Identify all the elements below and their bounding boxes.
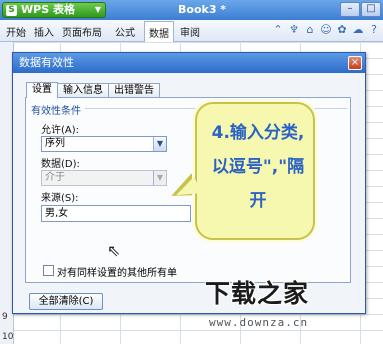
site-watermark: 下载之家 www.downza.cn	[205, 270, 383, 344]
menu-review[interactable]: 审阅	[180, 24, 200, 39]
dialog-title-bar: 数据有效性 ×	[13, 53, 365, 73]
wps-app-button[interactable]: S WPS 表格 ▼	[2, 2, 106, 18]
mouse-cursor-icon: ⇖	[107, 241, 121, 260]
menu-insert[interactable]: 插入	[34, 24, 54, 39]
source-label: 来源(S):	[41, 193, 79, 204]
allow-select[interactable]: 序列 ▼	[41, 136, 167, 152]
document-title: Book3 *	[178, 3, 227, 16]
data-label: 数据(D):	[41, 159, 80, 170]
data-select: 介于 ▼	[41, 170, 167, 186]
menu-formulas[interactable]: 公式	[115, 24, 135, 39]
title-bar: S WPS 表格 ▼ Book3 * – □	[0, 0, 383, 20]
dialog-title: 数据有效性	[19, 56, 74, 69]
gift-icon[interactable]: ✿	[335, 23, 349, 37]
chevron-down-icon: ▼	[94, 5, 101, 14]
window-controls: – □	[340, 2, 381, 17]
dialog-tabs: 设置 输入信息 出错警告	[26, 82, 160, 98]
instruction-callout: 4.输入分类,以逗号","隔开	[195, 102, 315, 240]
chevron-down-icon[interactable]: ▼	[153, 137, 166, 151]
shirt-icon[interactable]: ♆	[287, 23, 301, 37]
maximize-button[interactable]: □	[361, 2, 381, 17]
watermark-url: www.downza.cn	[209, 316, 309, 329]
ribbon-toolbar: ⌃ ♆ ⌂ ☺ ✿ ☁ ?	[271, 23, 381, 37]
cloud-icon[interactable]: ☁	[351, 23, 365, 37]
clear-all-button[interactable]: 全部清除(C)	[29, 293, 103, 310]
app-button-label: WPS 表格	[21, 3, 75, 16]
close-button[interactable]: ×	[348, 56, 362, 70]
tab-settings[interactable]: 设置	[26, 82, 58, 98]
menu-page-layout[interactable]: 页面布局	[62, 24, 102, 39]
row-number[interactable]: 9	[2, 312, 8, 322]
allow-label: 允许(A):	[41, 125, 80, 136]
user-icon[interactable]: ☺	[319, 23, 333, 37]
watermark-logo: 下载之家	[205, 279, 310, 308]
apply-all-checkbox[interactable]	[43, 265, 54, 276]
tab-error-alert[interactable]: 出错警告	[108, 83, 160, 98]
callout-text: 4.输入分类,以逗号","隔开	[211, 123, 305, 211]
section-title: 有效性条件	[31, 106, 81, 117]
home-icon[interactable]: ⌂	[303, 23, 317, 37]
allow-value: 序列	[45, 138, 65, 149]
source-input[interactable]: 男,女	[41, 205, 191, 222]
row-number[interactable]: 10	[2, 332, 13, 342]
help-icon[interactable]: ?	[367, 23, 381, 37]
menu-home[interactable]: 开始	[6, 24, 26, 39]
apply-all-label: 对有同样设置的其他所有单	[57, 268, 177, 279]
menu-data[interactable]: 数据	[144, 21, 174, 42]
arrow-up-icon[interactable]: ⌃	[271, 23, 285, 37]
wps-logo-icon: S	[6, 5, 17, 16]
chevron-down-icon: ▼	[153, 171, 166, 185]
data-value: 介于	[45, 172, 65, 183]
tab-input-message[interactable]: 输入信息	[57, 83, 109, 98]
minimize-button[interactable]: –	[340, 2, 360, 17]
menu-bar: 开始 插入 页面布局 公式 数据 审阅 ⌃ ♆ ⌂ ☺ ✿ ☁ ?	[0, 20, 383, 42]
